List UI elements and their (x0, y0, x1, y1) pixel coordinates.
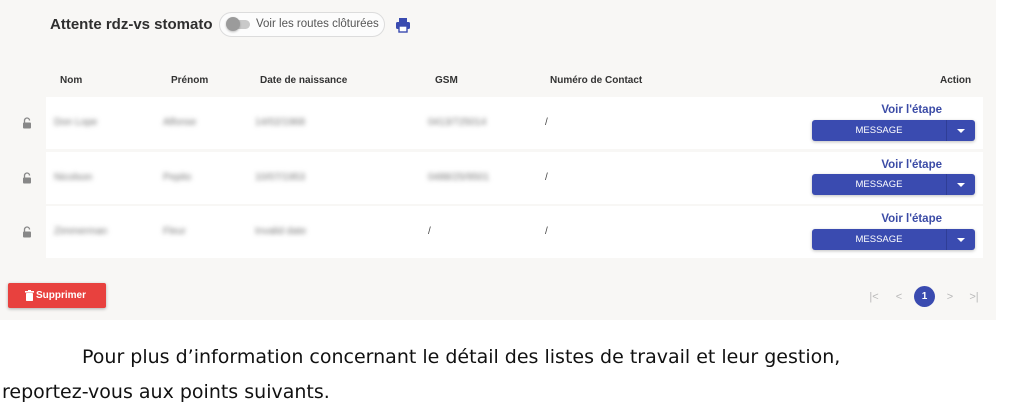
cell-naissance: Invalid date (255, 226, 307, 237)
prev-page-button[interactable]: < (891, 289, 907, 305)
col-header-prenom[interactable]: Prénom (171, 75, 208, 86)
closed-routes-toggle[interactable]: Voir les routes clôturées (219, 12, 385, 37)
toggle-knob[interactable] (226, 17, 240, 31)
cell-contact: / (545, 172, 548, 183)
col-header-gsm[interactable]: GSM (435, 75, 458, 86)
unlock-icon[interactable] (21, 226, 33, 238)
cell-gsm: 0488/25/9501 (428, 172, 490, 183)
voir-etape-link[interactable]: Voir l'étape (881, 213, 942, 225)
cell-nom: Zimmerman (54, 226, 108, 237)
voir-etape-link[interactable]: Voir l'étape (881, 104, 942, 116)
cell-naissance: 10/07/1953 (255, 172, 306, 183)
cell-prenom: Fleur (163, 226, 186, 237)
paragraph-line-2: reportez-vous aux points suivants. (2, 381, 330, 403)
trash-icon (25, 290, 34, 301)
message-split-button[interactable]: MESSAGE (812, 120, 975, 141)
printer-icon[interactable] (395, 17, 411, 33)
toggle-label: Voir les routes clôturées (256, 18, 379, 30)
worklist-panel: Attente rdz-vs stomato Voir les routes c… (0, 0, 996, 320)
col-header-numero-contact[interactable]: Numéro de Contact (550, 75, 642, 86)
first-page-button[interactable]: |< (866, 289, 882, 305)
col-header-date-naissance[interactable]: Date de naissance (260, 75, 347, 86)
message-button[interactable]: MESSAGE (812, 120, 946, 141)
chevron-down-icon[interactable] (947, 120, 975, 141)
unlock-icon[interactable] (21, 117, 33, 129)
worklist-title: Attente rdz-vs stomato (50, 16, 213, 33)
unlock-icon[interactable] (21, 172, 33, 184)
cell-nom: Nicolson (54, 172, 93, 183)
cell-naissance: 14/02/1968 (255, 117, 306, 128)
cell-nom: Don Lope (54, 117, 98, 128)
last-page-button[interactable]: >| (966, 289, 982, 305)
cell-gsm: 0413/725014 (428, 117, 487, 128)
voir-etape-link[interactable]: Voir l'étape (881, 159, 942, 171)
delete-label: Supprimer (36, 290, 87, 301)
page-1-button[interactable]: 1 (914, 286, 935, 307)
cell-prenom: Alfonse (163, 117, 197, 128)
cell-gsm: / (428, 226, 431, 237)
cell-prenom: Pepito (163, 172, 192, 183)
message-button[interactable]: MESSAGE (812, 229, 946, 250)
next-page-button[interactable]: > (942, 289, 958, 305)
paragraph-line-1: Pour plus d’information concernant le dé… (82, 346, 841, 368)
delete-button[interactable]: Supprimer (8, 283, 106, 308)
cell-contact: / (545, 117, 548, 128)
message-button[interactable]: MESSAGE (812, 174, 946, 195)
cell-contact: / (545, 226, 548, 237)
chevron-down-icon[interactable] (947, 174, 975, 195)
message-split-button[interactable]: MESSAGE (812, 174, 975, 195)
toggle-track[interactable] (226, 17, 250, 31)
col-header-action: Action (940, 75, 972, 86)
message-split-button[interactable]: MESSAGE (812, 229, 975, 250)
col-header-nom[interactable]: Nom (60, 75, 82, 86)
chevron-down-icon[interactable] (947, 229, 975, 250)
